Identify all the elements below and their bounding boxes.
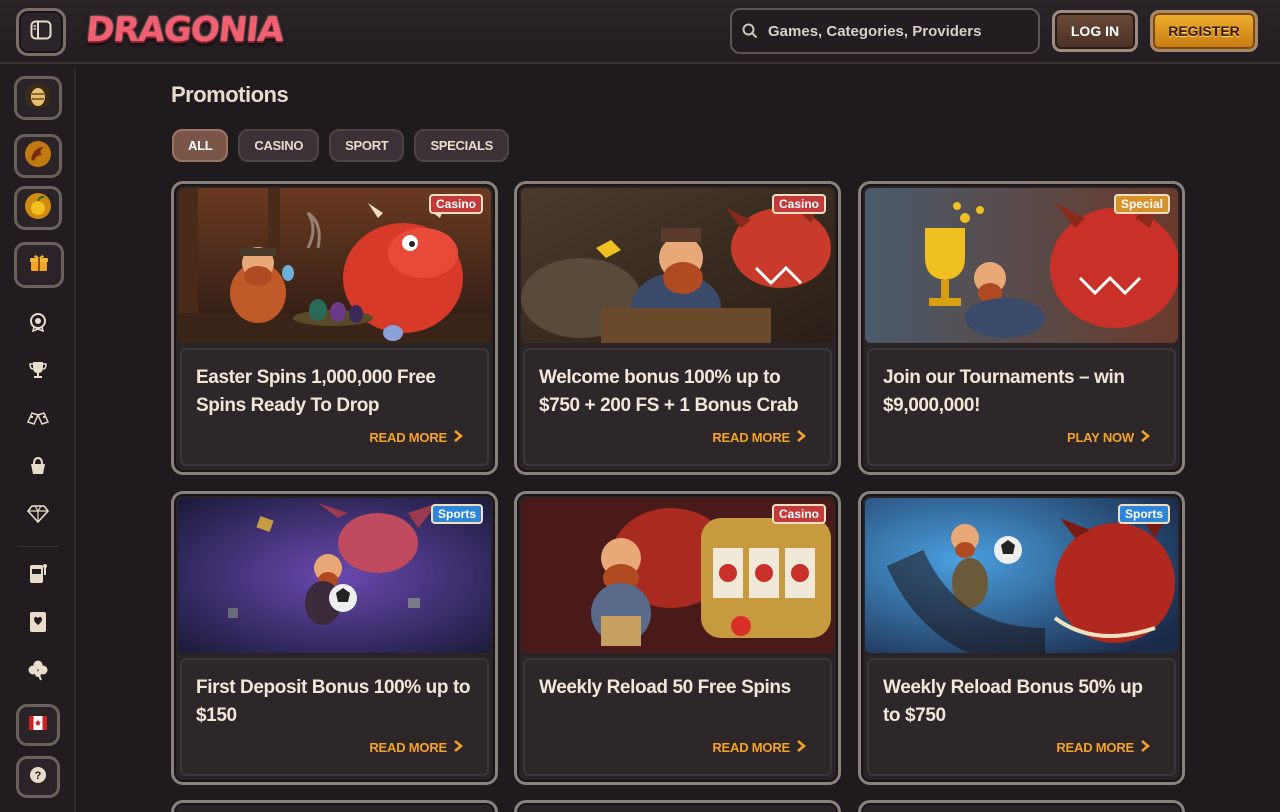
promo-card-body: First Deposit Bonus 100% up to $150 READ… [180, 658, 489, 776]
promo-title: Easter Spins 1,000,000 Free Spins Ready … [196, 367, 436, 416]
category-badge: Casino [428, 194, 483, 214]
sidebar-toggle-button[interactable] [16, 8, 66, 56]
gift-icon [29, 253, 49, 278]
chevron-right-icon [453, 739, 463, 756]
promo-image-weekly-bonus: Sports [865, 498, 1178, 653]
read-more-link[interactable]: READ MORE [369, 739, 463, 756]
search-box[interactable] [730, 8, 1040, 54]
promo-filter-tabs: ALL CASINO SPORT SPECIALS [172, 129, 510, 162]
promo-card-body: Weekly Reload 50 Free Spins READ MORE [523, 658, 832, 776]
promo-title: Join our Tournaments – win $9,000,000! [883, 367, 1125, 416]
promo-image-tournaments: Special [865, 188, 1178, 343]
sidebar-panel-icon [30, 20, 52, 45]
badge-icon [28, 312, 48, 337]
chevron-right-icon [1140, 739, 1150, 756]
chevron-right-icon [1140, 429, 1150, 446]
top-header: DRAGONIA LOG IN REGISTER [0, 0, 1280, 64]
search-icon [742, 23, 768, 39]
category-badge: Sports [430, 504, 483, 524]
filter-casino[interactable]: CASINO [238, 129, 320, 162]
promo-image-welcome: Casino [521, 188, 834, 343]
svg-text:?: ? [35, 770, 42, 782]
sidebar-item-tournaments[interactable] [24, 358, 52, 386]
cta-label: READ MORE [1056, 740, 1134, 755]
basket-icon [28, 456, 48, 481]
slot-machine-icon [28, 563, 48, 590]
promo-card-first-deposit[interactable]: Sports First Deposit Bonus 100% up to $1… [171, 491, 498, 785]
help-icon: ? [29, 766, 47, 789]
cta-label: READ MORE [712, 740, 790, 755]
sidebar: ? [0, 66, 76, 812]
promo-card-weekly-reload-spins[interactable]: Casino Weekly Reload 50 Free Spins READ … [514, 491, 841, 785]
racing-flags-icon [26, 410, 50, 431]
logo[interactable]: DRAGONIA [84, 10, 285, 54]
play-now-link[interactable]: PLAY NOW [1067, 429, 1150, 446]
category-badge: Casino [771, 194, 826, 214]
promo-card-weekly-reload-bonus[interactable]: Sports Weekly Reload Bonus 50% up to $75… [858, 491, 1185, 785]
fruit-icon [24, 191, 52, 226]
promo-card-welcome-bonus[interactable]: Casino Welcome bonus 100% up to $750 + 2… [514, 181, 841, 475]
promo-card-body: Welcome bonus 100% up to $750 + 200 FS +… [523, 348, 832, 466]
trophy-icon [28, 360, 48, 385]
sidebar-item-slots[interactable] [24, 562, 52, 590]
login-button[interactable]: LOG IN [1052, 10, 1138, 52]
sidebar-item-dragon[interactable] [14, 134, 62, 178]
sidebar-item-promotions[interactable] [14, 242, 64, 288]
help-button[interactable]: ? [16, 756, 60, 798]
cta-label: READ MORE [369, 430, 447, 445]
category-badge: Casino [771, 504, 826, 524]
read-more-link[interactable]: READ MORE [712, 429, 806, 446]
read-more-link[interactable]: READ MORE [1056, 739, 1150, 756]
filter-sport[interactable]: SPORT [329, 129, 405, 162]
category-badge: Sports [1117, 504, 1170, 524]
sidebar-item-easter[interactable] [14, 76, 62, 120]
sidebar-item-loyalty[interactable] [24, 310, 52, 338]
promo-card-next-row[interactable] [514, 800, 841, 812]
read-more-link[interactable]: READ MORE [369, 429, 463, 446]
promo-image-easter: Casino [178, 188, 491, 343]
filter-all[interactable]: ALL [172, 129, 229, 162]
cta-label: READ MORE [712, 430, 790, 445]
playing-card-icon [29, 611, 47, 638]
sidebar-item-lucky[interactable] [24, 658, 52, 686]
language-selector[interactable] [16, 704, 60, 746]
dragon-claw-icon [24, 139, 52, 174]
promo-image-weekly-spins: Casino [521, 498, 834, 653]
sidebar-item-fruit[interactable] [14, 186, 62, 230]
search-input[interactable] [768, 22, 1028, 40]
chevron-right-icon [453, 429, 463, 446]
chevron-right-icon [796, 739, 806, 756]
sidebar-divider [18, 546, 58, 547]
promo-card-tournaments[interactable]: Special Join our Tournaments – win $9,00… [858, 181, 1185, 475]
sidebar-item-vip[interactable] [24, 502, 52, 530]
promo-card-body: Weekly Reload Bonus 50% up to $750 READ … [867, 658, 1176, 776]
sidebar-item-table-games[interactable] [24, 610, 52, 638]
promo-title: Weekly Reload 50 Free Spins [539, 677, 791, 698]
sidebar-item-sports[interactable] [24, 406, 52, 434]
promo-card-body: Easter Spins 1,000,000 Free Spins Ready … [180, 348, 489, 466]
promo-image-first-deposit: Sports [178, 498, 491, 653]
page-title: Promotions [171, 82, 289, 107]
filter-specials[interactable]: SPECIALS [414, 129, 510, 162]
sidebar-item-shop[interactable] [24, 454, 52, 482]
promo-card-body: Join our Tournaments – win $9,000,000! P… [867, 348, 1176, 466]
category-badge: Special [1113, 194, 1170, 214]
cta-label: READ MORE [369, 740, 447, 755]
promo-title: First Deposit Bonus 100% up to $150 [196, 677, 471, 726]
egg-icon [24, 81, 52, 116]
promo-card-easter-spins[interactable]: Casino Easter Spins 1,000,000 Free Spins… [171, 181, 498, 475]
clover-icon [27, 659, 49, 686]
promo-title: Welcome bonus 100% up to $750 + 200 FS +… [539, 367, 799, 416]
diamond-icon [26, 504, 50, 528]
cta-label: PLAY NOW [1066, 430, 1134, 445]
read-more-link[interactable]: READ MORE [712, 739, 806, 756]
promo-card-next-row[interactable] [171, 800, 498, 812]
register-button[interactable]: REGISTER [1150, 10, 1258, 52]
chevron-right-icon [796, 429, 806, 446]
promo-title: Weekly Reload Bonus 50% up to $750 [883, 677, 1143, 726]
canada-flag-icon [29, 715, 47, 735]
promo-card-next-row[interactable] [858, 800, 1185, 812]
